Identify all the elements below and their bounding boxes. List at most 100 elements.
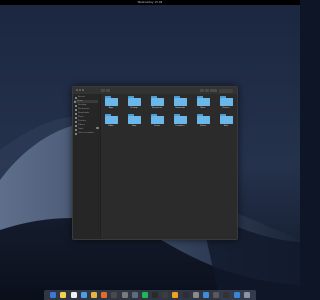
folder-icon: [219, 114, 233, 124]
folder-label: Apps: [108, 107, 114, 109]
tools-app-icon[interactable]: [131, 292, 138, 298]
folder-label: Videos: [200, 125, 206, 127]
file-manager-window: Recent Home Desktop Documents Downloads …: [72, 86, 238, 240]
close-window-button[interactable]: [76, 89, 78, 91]
sidebar-item-label: Music: [78, 116, 84, 118]
folder-label: Desktop: [130, 107, 138, 109]
sidebar-item-label: Other Locations: [78, 132, 94, 134]
folder-label: Pictures: [222, 107, 230, 109]
sidebar-item-trash[interactable]: Trash: [75, 128, 83, 131]
picture-icon: [75, 120, 77, 123]
sidebar-item-videos[interactable]: Videos: [75, 124, 85, 127]
folder-label: Public: [108, 125, 114, 127]
folder-icon: [127, 96, 141, 106]
folder-item[interactable]: Snap: [124, 114, 144, 128]
games-app-icon[interactable]: [162, 292, 169, 298]
media-app-icon[interactable]: [223, 292, 230, 298]
sidebar-eject-icon[interactable]: [96, 127, 99, 129]
sidebar-item-label: Documents: [78, 108, 90, 110]
sidebar-item-desktop[interactable]: Desktop: [75, 104, 86, 107]
sidebar-item-downloads[interactable]: Downloads: [75, 112, 89, 115]
terminal-app-icon[interactable]: [152, 292, 159, 298]
folder-item[interactable]: Apps: [101, 96, 121, 110]
spotify-app-icon[interactable]: [141, 292, 148, 298]
sidebar: Recent Home Desktop Documents Downloads …: [73, 94, 101, 239]
firefox-app-icon[interactable]: [101, 292, 108, 298]
sketch-app-icon[interactable]: [192, 292, 199, 298]
folder-item[interactable]: Documents: [147, 96, 167, 110]
sidebar-item-other-locations[interactable]: Other Locations: [75, 132, 94, 135]
list-view-button[interactable]: [205, 89, 209, 92]
folder-icon: [173, 96, 187, 106]
sidebar-item-home[interactable]: Home: [74, 100, 98, 103]
home-icon: [74, 100, 76, 103]
sidebar-item-label: Trash: [78, 128, 84, 130]
folder-icon: [196, 96, 210, 106]
trash-icon: [75, 128, 77, 131]
files-app-icon[interactable]: [233, 292, 240, 298]
sort-button[interactable]: [210, 89, 217, 92]
minimize-window-button[interactable]: [79, 89, 81, 91]
folder-icon: [127, 114, 141, 124]
folder-icon: [196, 114, 210, 124]
document-icon: [75, 108, 77, 111]
settings-app-icon[interactable]: [121, 292, 128, 298]
dock: [44, 290, 256, 300]
top-menubar: Wednesday 15:06: [0, 0, 300, 5]
sidebar-item-label: Recent: [78, 96, 85, 98]
folder-label: Steam: [154, 125, 160, 127]
network-app-icon[interactable]: [203, 292, 209, 298]
monitor-app-icon[interactable]: [213, 292, 220, 298]
folder-label: Work: [223, 125, 229, 127]
sidebar-item-label: Videos: [78, 124, 85, 126]
menubar-clock[interactable]: Wednesday 15:06: [138, 0, 163, 5]
folder-label: Music: [200, 107, 206, 109]
music-icon: [75, 116, 77, 119]
folder-item[interactable]: Work: [216, 114, 236, 128]
folder-item[interactable]: Music: [193, 96, 213, 110]
folder-icon: [150, 96, 164, 106]
folder-icon: [219, 96, 233, 106]
folder-label: Snap: [131, 125, 137, 127]
forward-button[interactable]: [106, 89, 110, 92]
back-button[interactable]: [101, 89, 105, 92]
sidebar-item-music[interactable]: Music: [75, 116, 84, 119]
desktop-icon: [75, 104, 77, 107]
folder-icon: [104, 114, 118, 124]
search-input[interactable]: [219, 88, 233, 93]
clock-icon: [75, 96, 77, 99]
window-titlebar[interactable]: [73, 87, 237, 94]
download-icon: [75, 112, 77, 115]
folder-item[interactable]: Downloads: [170, 96, 190, 110]
finder-app-icon[interactable]: [50, 292, 57, 298]
sidebar-item-label: Pictures: [78, 120, 86, 122]
calendar-app-icon[interactable]: [70, 292, 77, 298]
sidebar-item-label: Desktop: [78, 104, 87, 106]
grid-view-button[interactable]: [200, 89, 204, 92]
folder-item[interactable]: Videos: [193, 114, 213, 128]
folder-item[interactable]: Desktop: [124, 96, 144, 110]
folder-item[interactable]: Pictures: [216, 96, 236, 110]
sidebar-item-label: Home: [77, 100, 83, 102]
folder-grid: Apps Desktop Documents Downloads Music P…: [101, 94, 237, 239]
folder-icon: [173, 114, 187, 124]
store-app-icon[interactable]: [172, 292, 179, 298]
notes-app-icon[interactable]: [60, 292, 67, 298]
folder-item[interactable]: Steam: [147, 114, 167, 128]
chrome-app-icon[interactable]: [90, 292, 97, 298]
folder-item[interactable]: Templates: [170, 114, 190, 128]
video-icon: [75, 124, 77, 127]
folder-item[interactable]: Public: [101, 114, 121, 128]
mail-app-icon[interactable]: [80, 292, 87, 298]
sidebar-item-pictures[interactable]: Pictures: [75, 120, 86, 123]
launcher-app-icon[interactable]: [111, 292, 118, 298]
maximize-window-button[interactable]: [82, 89, 84, 91]
sidebar-item-recent[interactable]: Recent: [75, 96, 85, 99]
folder-icon: [104, 96, 118, 106]
sidebar-item-documents[interactable]: Documents: [75, 108, 89, 111]
folder-label: Documents: [151, 107, 163, 109]
editor-app-icon[interactable]: [182, 292, 189, 298]
folder-label: Downloads: [175, 107, 185, 109]
folder-icon: [150, 114, 164, 124]
trash-app-icon[interactable]: [243, 292, 250, 298]
